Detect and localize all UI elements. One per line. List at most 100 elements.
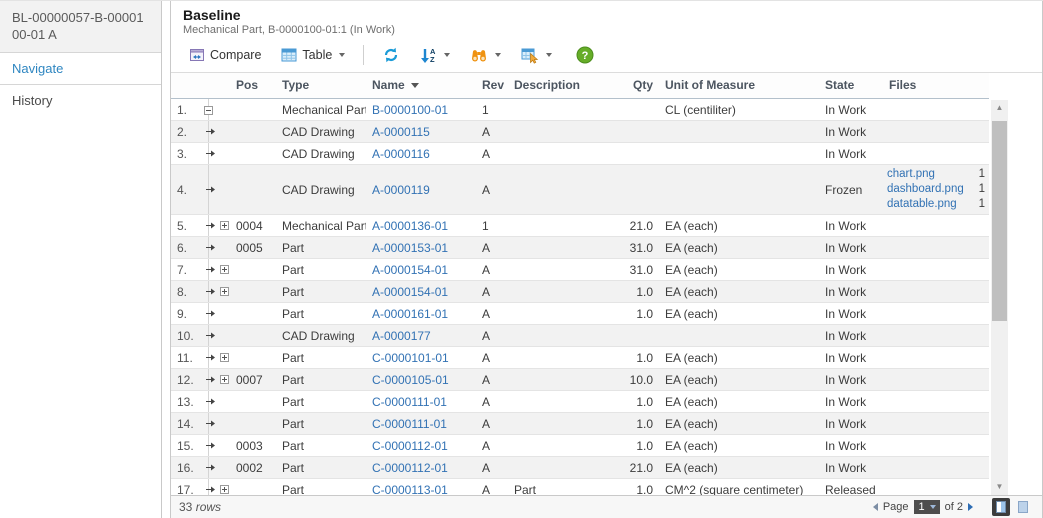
refresh-button[interactable] <box>374 43 408 67</box>
column-header-uom[interactable]: Unit of Measure <box>659 73 819 99</box>
expand-icon[interactable] <box>220 221 229 230</box>
uom-cell: EA (each) <box>659 259 819 281</box>
qty-cell: 1.0 <box>611 479 659 496</box>
part-link[interactable]: C-0000111-01 <box>372 395 447 409</box>
description-cell <box>508 413 611 435</box>
table-row[interactable]: 5. 0004 Mechanical Part A-0000136-01 1 2… <box>171 215 989 237</box>
table-row[interactable]: 16. 0002 Part C-0000112-01 A 21.0 EA (ea… <box>171 457 989 479</box>
rev-cell: A <box>476 325 508 347</box>
row-number: 17. <box>171 479 203 496</box>
name-cell: A-0000115 <box>366 121 476 143</box>
table-row[interactable]: 6. 0005 Part A-0000153-01 A 31.0 EA (eac… <box>171 237 989 259</box>
column-header-qty[interactable]: Qty <box>611 73 659 99</box>
tree-arrow-icon <box>206 219 216 233</box>
file-link[interactable]: chart.png <box>887 167 935 182</box>
column-header-rev[interactable]: Rev <box>476 73 508 99</box>
uom-cell: EA (each) <box>659 413 819 435</box>
part-link[interactable]: A-0000115 <box>372 125 430 139</box>
table-row[interactable]: 1. Mechanical Part B-0000100-01 1 CL (ce… <box>171 99 989 121</box>
table-row[interactable]: 4. CAD Drawing A-0000119 A Frozen chart.… <box>171 165 989 215</box>
part-link[interactable]: C-0000113-01 <box>372 483 448 496</box>
expand-icon[interactable] <box>220 485 229 494</box>
part-link[interactable]: A-0000153-01 <box>372 241 448 255</box>
description-cell <box>508 215 611 237</box>
table-row[interactable]: 17. Part C-0000113-01 A Part 1.0 CM^2 (s… <box>171 479 989 496</box>
status-bar: 33 rows Page 1 of 2 <box>171 495 1042 518</box>
table-view-label: Table <box>302 48 332 62</box>
part-link[interactable]: A-0000154-01 <box>372 263 448 277</box>
files-cell <box>883 413 989 435</box>
rev-cell: A <box>476 347 508 369</box>
table-row[interactable]: 10. CAD Drawing A-0000177 A In Work <box>171 325 989 347</box>
page-select[interactable]: 1 <box>914 500 940 514</box>
column-header-description[interactable]: Description <box>508 73 611 99</box>
sidebar-item-navigate[interactable]: Navigate <box>0 53 161 85</box>
sort-button[interactable]: A Z <box>412 44 458 67</box>
expand-icon[interactable] <box>220 353 229 362</box>
table-row[interactable]: 9. Part A-0000161-01 A 1.0 EA (each) In … <box>171 303 989 325</box>
files-cell <box>883 457 989 479</box>
table-row[interactable]: 14. Part C-0000111-01 A 1.0 EA (each) In… <box>171 413 989 435</box>
table-select-button[interactable] <box>513 44 560 67</box>
expand-icon[interactable] <box>220 375 229 384</box>
row-number: 14. <box>171 413 203 435</box>
expand-icon[interactable] <box>220 287 229 296</box>
part-link[interactable]: B-0000100-01 <box>372 103 448 117</box>
column-header-pos[interactable]: Pos <box>230 73 276 99</box>
part-link[interactable]: C-0000101-01 <box>372 351 449 365</box>
part-link[interactable]: C-0000105-01 <box>372 373 449 387</box>
column-header-state[interactable]: State <box>819 73 883 99</box>
rev-cell: A <box>476 143 508 165</box>
scrollbar-thumb[interactable] <box>992 121 1007 321</box>
file-entry: datatable.png1 <box>887 197 985 212</box>
part-link[interactable]: A-0000119 <box>372 183 430 197</box>
compare-button[interactable]: Compare <box>181 44 269 66</box>
find-button[interactable] <box>462 44 509 67</box>
table-row[interactable]: 7. Part A-0000154-01 A 31.0 EA (each) In… <box>171 259 989 281</box>
file-link[interactable]: dashboard.png <box>887 182 964 197</box>
part-link[interactable]: A-0000161-01 <box>372 307 448 321</box>
tree-arrow-icon <box>206 439 216 453</box>
part-link[interactable]: C-0000112-01 <box>372 439 448 453</box>
table-row[interactable]: 3. CAD Drawing A-0000116 A In Work <box>171 143 989 165</box>
table-row[interactable]: 15. 0003 Part C-0000112-01 A 1.0 EA (eac… <box>171 435 989 457</box>
column-header-files[interactable]: Files <box>883 73 989 99</box>
uom-cell: EA (each) <box>659 391 819 413</box>
column-header-name[interactable]: Name <box>366 73 476 99</box>
rev-cell: A <box>476 303 508 325</box>
help-button[interactable]: ? <box>568 43 602 67</box>
previous-page-icon[interactable] <box>873 503 878 511</box>
dual-panel-view-button[interactable] <box>1014 498 1032 516</box>
row-number: 11. <box>171 347 203 369</box>
expand-icon[interactable] <box>220 265 229 274</box>
panel-gutter <box>162 1 170 518</box>
name-cell: A-0000161-01 <box>366 303 476 325</box>
state-cell: In Work <box>819 325 883 347</box>
single-panel-view-button[interactable] <box>992 498 1010 516</box>
description-cell <box>508 121 611 143</box>
part-link[interactable]: A-0000177 <box>372 329 431 343</box>
part-link[interactable]: A-0000154-01 <box>372 285 448 299</box>
type-cell: Mechanical Part <box>276 215 366 237</box>
collapse-icon[interactable] <box>204 106 213 115</box>
uom-cell: EA (each) <box>659 215 819 237</box>
part-link[interactable]: A-0000116 <box>372 147 430 161</box>
table-row[interactable]: 2. CAD Drawing A-0000115 A In Work <box>171 121 989 143</box>
vertical-scrollbar[interactable]: ▲ ▼ <box>991 100 1008 495</box>
table-view-dropdown[interactable]: Table <box>273 44 353 66</box>
part-link[interactable]: C-0000111-01 <box>372 417 447 431</box>
scroll-up-icon[interactable]: ▲ <box>991 100 1008 116</box>
file-link[interactable]: datatable.png <box>887 197 957 212</box>
table-row[interactable]: 8. Part A-0000154-01 A 1.0 EA (each) In … <box>171 281 989 303</box>
part-link[interactable]: C-0000112-01 <box>372 461 448 475</box>
type-cell: CAD Drawing <box>276 165 366 215</box>
table-row[interactable]: 11. Part C-0000101-01 A 1.0 EA (each) In… <box>171 347 989 369</box>
column-header-type[interactable]: Type <box>276 73 366 99</box>
next-page-icon[interactable] <box>968 503 973 511</box>
table-row[interactable]: 12. 0007 Part C-0000105-01 A 10.0 EA (ea… <box>171 369 989 391</box>
table-row[interactable]: 13. Part C-0000111-01 A 1.0 EA (each) In… <box>171 391 989 413</box>
state-cell: In Work <box>819 281 883 303</box>
sidebar-item-history[interactable]: History <box>0 85 161 116</box>
scroll-down-icon[interactable]: ▼ <box>991 479 1008 495</box>
part-link[interactable]: A-0000136-01 <box>372 219 448 233</box>
